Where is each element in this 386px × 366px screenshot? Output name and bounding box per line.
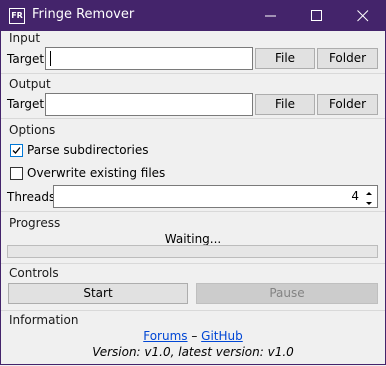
close-button[interactable] xyxy=(340,0,386,31)
threads-label: Threads: xyxy=(7,190,60,204)
input-folder-button[interactable]: Folder xyxy=(317,48,378,69)
output-file-button[interactable]: File xyxy=(255,94,315,115)
pause-button: Pause xyxy=(196,283,378,304)
version-text: Version: v1.0, latest version: v1.0 xyxy=(92,345,294,359)
threads-value: 4 xyxy=(351,189,359,203)
controls-heading: Controls xyxy=(9,266,59,280)
minimize-button[interactable] xyxy=(248,0,294,31)
close-icon xyxy=(357,10,369,22)
divider xyxy=(1,118,385,119)
input-file-button[interactable]: File xyxy=(255,48,315,69)
window-title: Fringe Remover xyxy=(32,7,135,22)
parse-subdirectories-label[interactable]: Parse subdirectories xyxy=(27,143,148,157)
progress-status: Waiting... xyxy=(164,232,222,246)
output-folder-button[interactable]: Folder xyxy=(317,94,378,115)
app-icon: FR xyxy=(9,8,25,24)
output-target-field[interactable] xyxy=(45,93,253,116)
parse-subdirectories-checkbox[interactable] xyxy=(10,144,23,157)
output-target-label: Target: xyxy=(7,97,49,111)
title-bar[interactable]: FR Fringe Remover xyxy=(0,0,386,31)
maximize-button[interactable] xyxy=(294,0,340,31)
input-target-label: Target: xyxy=(7,52,49,66)
progress-bar xyxy=(7,245,378,258)
output-heading: Output xyxy=(9,77,51,91)
spin-up-button[interactable] xyxy=(362,187,376,196)
github-link[interactable]: GitHub xyxy=(201,329,243,343)
start-button[interactable]: Start xyxy=(8,283,188,304)
divider xyxy=(1,310,385,311)
threads-spinner[interactable]: 4 xyxy=(53,185,378,208)
text-caret xyxy=(50,51,51,66)
checkmark-icon xyxy=(12,147,21,154)
link-separator: – xyxy=(187,329,202,343)
minimize-icon xyxy=(265,15,276,17)
divider xyxy=(1,73,385,74)
progress-heading: Progress xyxy=(9,216,61,230)
maximize-icon xyxy=(311,10,322,21)
input-heading: Input xyxy=(9,31,41,45)
links-row: Forums – GitHub xyxy=(0,329,386,343)
divider xyxy=(1,263,385,264)
arrow-down-icon xyxy=(366,202,372,205)
information-heading: Information xyxy=(9,313,79,327)
overwrite-existing-checkbox[interactable] xyxy=(10,167,23,180)
spin-down-button[interactable] xyxy=(362,197,376,206)
overwrite-existing-label[interactable]: Overwrite existing files xyxy=(27,166,165,180)
divider xyxy=(1,211,385,212)
input-target-field[interactable] xyxy=(45,47,253,70)
options-heading: Options xyxy=(9,123,56,137)
forums-link[interactable]: Forums xyxy=(143,329,187,343)
